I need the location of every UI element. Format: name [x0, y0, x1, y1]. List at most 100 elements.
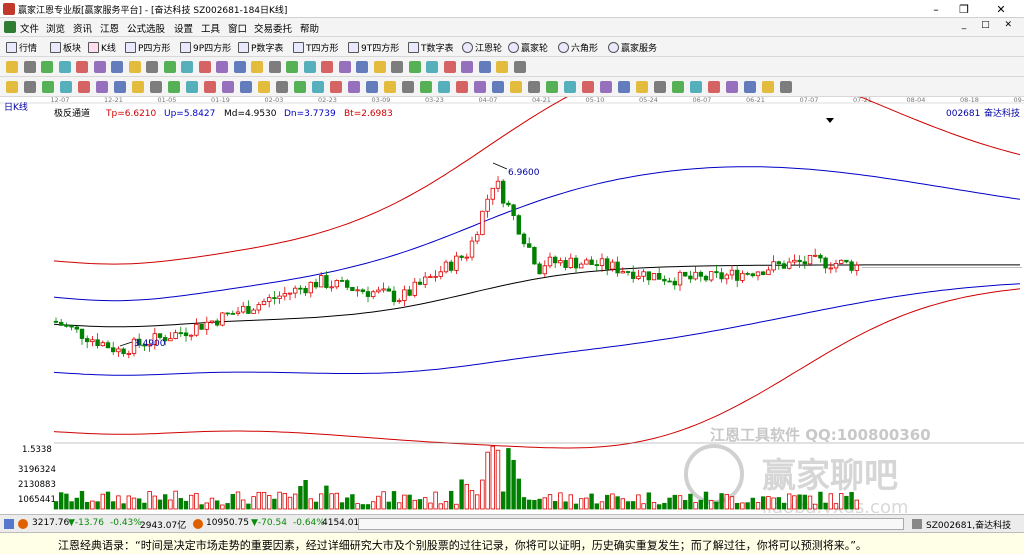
line-tool-44-icon[interactable] — [780, 81, 792, 93]
line-tool-22-icon[interactable] — [384, 81, 396, 93]
chart-tool-27-icon[interactable] — [461, 61, 473, 73]
line-tool-42-icon[interactable] — [744, 81, 756, 93]
toolbar-winner-service[interactable]: 赢家服务 — [608, 40, 657, 54]
chart-tool-1-icon[interactable] — [6, 61, 18, 73]
line-tool-23-icon[interactable] — [402, 81, 414, 93]
chart-tool-20-icon[interactable] — [338, 61, 351, 73]
chart-tool-6-icon[interactable] — [93, 61, 106, 73]
line-tool-37-icon[interactable] — [654, 81, 666, 93]
line-tool-30-icon[interactable] — [528, 81, 540, 93]
menu-formula-select[interactable]: 公式选股 — [127, 21, 165, 35]
chart-tool-16-icon[interactable] — [268, 61, 281, 73]
chart-canvas[interactable]: 12-07 12-21 01-05 01-19 02-03 02-23 03-09 03-23… — [0, 57, 1024, 518]
chart-tool-14-icon[interactable] — [233, 61, 246, 73]
chart-tool-2-icon[interactable] — [23, 61, 36, 73]
line-tool-5-icon[interactable] — [78, 81, 90, 93]
line-tool-6-icon[interactable] — [96, 81, 108, 93]
line-tool-8-icon[interactable] — [132, 81, 144, 93]
minimize-button[interactable]: – — [922, 0, 950, 18]
status-scrollbar[interactable] — [358, 518, 904, 530]
app-menu-icon[interactable] — [4, 21, 16, 33]
menu-help[interactable]: 帮助 — [300, 21, 319, 35]
chart-tool-25-icon[interactable] — [426, 61, 438, 73]
line-tool-41-icon[interactable] — [726, 81, 738, 93]
line-tool-9-icon[interactable] — [150, 81, 162, 93]
line-tool-1-icon[interactable] — [6, 81, 18, 93]
line-tool-2-icon[interactable] — [24, 81, 36, 93]
toolbar-sector[interactable]: 板块 — [50, 40, 81, 54]
toolbar-p-square[interactable]: P四方形 — [125, 40, 170, 54]
menu-browse[interactable]: 浏览 — [46, 21, 65, 35]
line-tool-27-icon[interactable] — [474, 81, 486, 93]
toolbar-gann-wheel[interactable]: 江恩轮 — [462, 40, 502, 54]
toolbar-9t-square[interactable]: 9T四方形 — [348, 40, 399, 54]
chart-tool-5-icon[interactable] — [76, 61, 88, 73]
menu-settings[interactable]: 设置 — [174, 21, 193, 35]
line-tool-14-icon[interactable] — [240, 81, 252, 93]
toolbar-t-number[interactable]: T数字表 — [408, 40, 454, 54]
toolbar-winner-wheel[interactable]: 赢家轮 — [508, 40, 548, 54]
chart-tool-4-icon[interactable] — [58, 61, 71, 73]
menu-info[interactable]: 资讯 — [73, 21, 92, 35]
line-tool-28-icon[interactable] — [492, 81, 504, 93]
chart-tool-12-icon[interactable] — [198, 61, 211, 73]
chart-tool-23-icon[interactable] — [391, 61, 403, 73]
line-tool-33-icon[interactable] — [582, 81, 594, 93]
grid-icon[interactable] — [4, 519, 14, 529]
chart-tool-13-icon[interactable] — [216, 61, 228, 73]
line-tool-21-icon[interactable] — [366, 81, 378, 93]
chart-tool-19-icon[interactable] — [321, 61, 333, 73]
close-button[interactable]: ✕ — [978, 0, 1024, 18]
mdi-controls[interactable]: _ □ ✕ — [962, 20, 1018, 30]
chart-tool-10-icon[interactable] — [163, 61, 176, 73]
line-tool-15-icon[interactable] — [258, 81, 270, 93]
chart-tool-21-icon[interactable] — [356, 61, 368, 73]
line-tool-38-icon[interactable] — [672, 81, 684, 93]
chart-tool-26-icon[interactable] — [443, 61, 456, 73]
chart-tool-30-icon[interactable] — [513, 61, 526, 73]
line-tool-4-icon[interactable] — [60, 81, 72, 93]
toolbar-hexagon[interactable]: 六角形 — [558, 40, 598, 54]
line-tool-16-icon[interactable] — [276, 81, 288, 93]
menu-gann[interactable]: 江恩 — [100, 21, 119, 35]
line-tool-43-icon[interactable] — [762, 81, 774, 93]
chart-tool-7-icon[interactable] — [111, 61, 123, 73]
chart-tool-28-icon[interactable] — [478, 61, 491, 73]
chart-tool-29-icon[interactable] — [496, 61, 508, 73]
chart-tool-8-icon[interactable] — [128, 61, 141, 73]
line-tool-12-icon[interactable] — [204, 81, 216, 93]
line-tool-31-icon[interactable] — [546, 81, 558, 93]
toolbar-9p-square[interactable]: 9P四方形 — [180, 40, 231, 54]
restore-button[interactable]: ❐ — [950, 0, 978, 18]
line-tool-39-icon[interactable] — [690, 81, 702, 93]
toolbar-quotes[interactable]: 行情 — [6, 40, 37, 54]
chart-tool-9-icon[interactable] — [146, 61, 158, 73]
line-tool-35-icon[interactable] — [618, 81, 630, 93]
line-tool-3-icon[interactable] — [42, 81, 54, 93]
line-tool-7-icon[interactable] — [114, 81, 126, 93]
chart-tool-17-icon[interactable] — [286, 61, 298, 73]
menu-window[interactable]: 窗口 — [228, 21, 247, 35]
kline-chart[interactable]: 12-07 12-21 01-05 01-19 02-03 02-23 03-09 03-23… — [0, 57, 1024, 518]
line-tool-25-icon[interactable] — [438, 81, 450, 93]
line-tool-29-icon[interactable] — [510, 81, 522, 93]
line-tool-34-icon[interactable] — [600, 81, 612, 93]
line-tool-20-icon[interactable] — [348, 81, 360, 93]
line-tool-36-icon[interactable] — [636, 81, 648, 93]
line-tool-19-icon[interactable] — [330, 81, 342, 93]
line-tool-17-icon[interactable] — [294, 81, 306, 93]
line-tool-13-icon[interactable] — [222, 81, 234, 93]
chart-tool-22-icon[interactable] — [373, 61, 386, 73]
line-tool-11-icon[interactable] — [186, 81, 198, 93]
chart-tool-11-icon[interactable] — [181, 61, 193, 73]
chart-tool-15-icon[interactable] — [251, 61, 263, 73]
line-tool-32-icon[interactable] — [564, 81, 576, 93]
chart-tool-18-icon[interactable] — [303, 61, 316, 73]
line-tool-18-icon[interactable] — [312, 81, 324, 93]
line-tool-10-icon[interactable] — [168, 81, 180, 93]
line-tool-26-icon[interactable] — [456, 81, 468, 93]
dropdown-arrow-icon[interactable] — [826, 118, 834, 123]
toolbar-kline[interactable]: K线 — [88, 40, 116, 54]
toolbar-p-number[interactable]: P数字表 — [238, 40, 283, 54]
chart-tool-24-icon[interactable] — [408, 61, 421, 73]
